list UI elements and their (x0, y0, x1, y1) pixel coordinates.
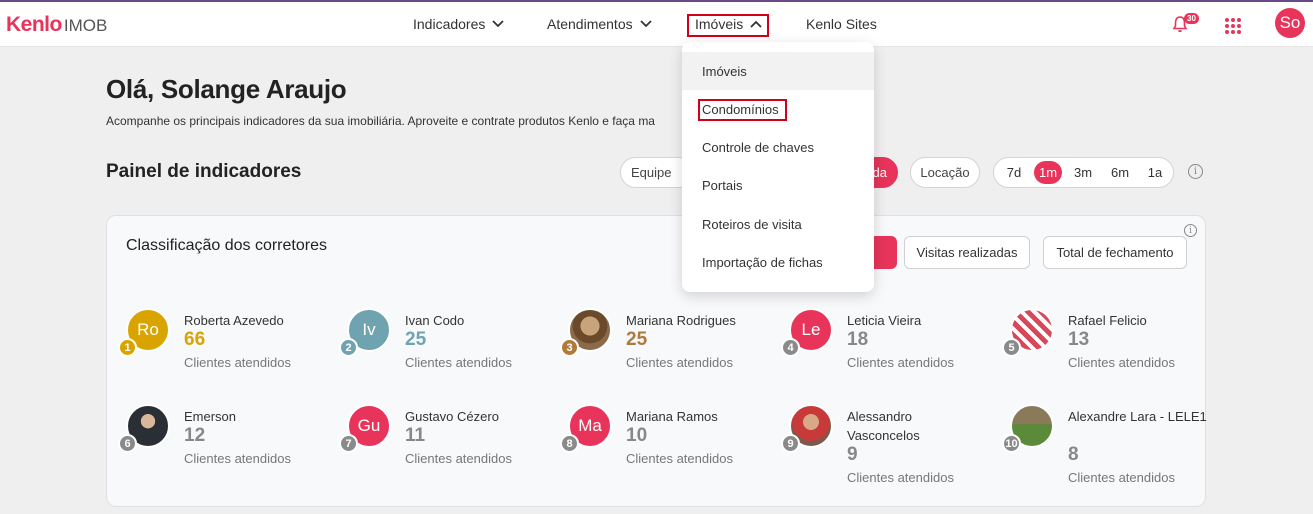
menu-item-portais[interactable]: Portais (682, 166, 874, 204)
broker-count-label: Clientes atendidos (847, 355, 954, 370)
apps-grid-icon[interactable] (1225, 18, 1241, 34)
broker-count-label: Clientes atendidos (1068, 355, 1175, 370)
broker-name: Mariana Ramos (626, 409, 718, 424)
tab-label: Total de fechamento (1056, 245, 1174, 260)
broker-count-label: Clientes atendidos (405, 355, 512, 370)
broker-count: 13 (1068, 329, 1090, 350)
rank-badge: 1 (118, 338, 137, 357)
venda-filter-label: da (872, 165, 887, 180)
nav-label: Atendimentos (547, 16, 633, 32)
user-avatar[interactable]: So (1275, 8, 1305, 38)
imoveis-dropdown-menu: Imóveis Condomínios Controle de chaves P… (682, 42, 874, 292)
broker-count: 25 (405, 329, 427, 350)
kenlo-logo[interactable]: Kenlo IMOB (6, 13, 107, 37)
broker-count-label: Clientes atendidos (184, 355, 291, 370)
top-navbar: Kenlo IMOB Indicadores Atendimentos Imóve… (0, 2, 1313, 47)
period-selector: 7d 1m 3m 6m 1a (993, 157, 1174, 188)
rank-badge: 7 (339, 434, 358, 453)
info-icon[interactable]: i (1188, 164, 1203, 179)
nav-indicadores[interactable]: Indicadores (413, 16, 505, 32)
menu-item-importacao-fichas[interactable]: Importação de fichas (682, 243, 874, 281)
page-subtitle: Acompanhe os principais indicadores da s… (106, 114, 655, 128)
broker-name: Alessandro Vasconcelos (847, 409, 920, 443)
period-6m[interactable]: 6m (1106, 161, 1134, 184)
rank-badge: 5 (1002, 338, 1021, 357)
broker-card[interactable]: 3 Mariana Rodrigues 25 Clientes atendido… (560, 308, 778, 398)
broker-card[interactable]: 6 Emerson 12 Clientes atendidos (118, 404, 336, 494)
condominios-highlight (698, 99, 787, 121)
broker-card[interactable]: 10 Alexandre Lara - LELE1 8 Clientes ate… (1002, 404, 1220, 494)
notification-badge: 30 (1184, 13, 1199, 24)
menu-item-imoveis[interactable]: Imóveis (682, 52, 874, 90)
nav-label: Indicadores (413, 16, 486, 32)
broker-card[interactable]: Iv 2 Ivan Codo 25 Clientes atendidos (339, 308, 557, 398)
broker-name: Gustavo Cézero (405, 409, 499, 424)
rank-badge: 4 (781, 338, 800, 357)
info-icon[interactable]: i (1184, 224, 1197, 237)
locacao-filter-pill[interactable]: Locação (910, 157, 980, 188)
broker-card[interactable]: Ma 8 Mariana Ramos 10 Clientes atendidos (560, 404, 778, 494)
period-1a[interactable]: 1a (1141, 161, 1169, 184)
panel-title: Painel de indicadores (106, 161, 302, 182)
broker-card[interactable]: Le 4 Leticia Vieira 18 Clientes atendido… (781, 308, 999, 398)
broker-card[interactable]: 9 Alessandro Vasconcelos 9 Clientes aten… (781, 404, 999, 494)
logo-sub-text: IMOB (63, 16, 108, 35)
rank-badge: 2 (339, 338, 358, 357)
tab-visitas-realizadas[interactable]: Visitas realizadas (904, 236, 1030, 269)
broker-card[interactable]: Gu 7 Gustavo Cézero 11 Clientes atendido… (339, 404, 557, 494)
broker-count-label: Clientes atendidos (626, 355, 733, 370)
ranking-title: Classificação dos corretores (126, 237, 327, 254)
rank-badge: 9 (781, 434, 800, 453)
menu-item-controle-chaves[interactable]: Controle de chaves (682, 128, 874, 166)
broker-count: 11 (405, 425, 426, 446)
nav-atendimentos[interactable]: Atendimentos (547, 16, 653, 32)
broker-card[interactable]: Ro 1 Roberta Azevedo 66 Clientes atendid… (118, 308, 336, 398)
period-7d[interactable]: 7d (1000, 161, 1028, 184)
menu-item-roteiros-visita[interactable]: Roteiros de visita (682, 205, 874, 243)
ranking-card: Classificação dos corretores i s Visitas… (106, 215, 1207, 507)
broker-name: Leticia Vieira (847, 313, 922, 328)
rank-badge: 10 (1002, 434, 1021, 453)
period-3m[interactable]: 3m (1069, 161, 1097, 184)
broker-card[interactable]: 5 Rafael Felicio 13 Clientes atendidos (1002, 308, 1220, 398)
greeting-title: Olá, Solange Araujo (106, 74, 347, 104)
nav-kenlo-sites[interactable]: Kenlo Sites (806, 16, 877, 32)
rank-badge: 3 (560, 338, 579, 357)
broker-count: 25 (626, 329, 648, 350)
nav-imoveis-highlight (687, 14, 769, 37)
broker-count-label: Clientes atendidos (405, 451, 512, 466)
period-1m[interactable]: 1m (1034, 161, 1062, 184)
broker-count-label: Clientes atendidos (626, 451, 733, 466)
broker-count-label: Clientes atendidos (847, 470, 954, 485)
logo-text: Kenlo (6, 13, 62, 36)
broker-count: 66 (184, 329, 206, 350)
broker-name: Mariana Rodrigues (626, 313, 736, 328)
rank-badge: 8 (560, 434, 579, 453)
broker-name: Rafael Felicio (1068, 313, 1147, 328)
broker-name: Alexandre Lara - LELE1 (1068, 409, 1207, 424)
chevron-down-icon (639, 20, 652, 28)
broker-count: 9 (847, 444, 858, 465)
broker-count: 12 (184, 425, 206, 446)
broker-name: Roberta Azevedo (184, 313, 284, 328)
broker-name: Emerson (184, 409, 237, 424)
rank-badge: 6 (118, 434, 137, 453)
nav-label: Kenlo Sites (806, 16, 877, 32)
broker-count: 8 (1068, 444, 1079, 465)
tab-label: Visitas realizadas (916, 245, 1018, 260)
locacao-filter-label: Locação (920, 165, 970, 180)
broker-name: Ivan Codo (405, 313, 465, 328)
broker-count-label: Clientes atendidos (184, 451, 291, 466)
chevron-down-icon (492, 20, 505, 28)
broker-count-label: Clientes atendidos (1068, 470, 1175, 485)
broker-count: 10 (626, 425, 648, 446)
broker-count: 18 (847, 329, 869, 350)
tab-total-fechamento[interactable]: Total de fechamento (1043, 236, 1187, 269)
team-filter-label: Equipe (631, 165, 672, 180)
